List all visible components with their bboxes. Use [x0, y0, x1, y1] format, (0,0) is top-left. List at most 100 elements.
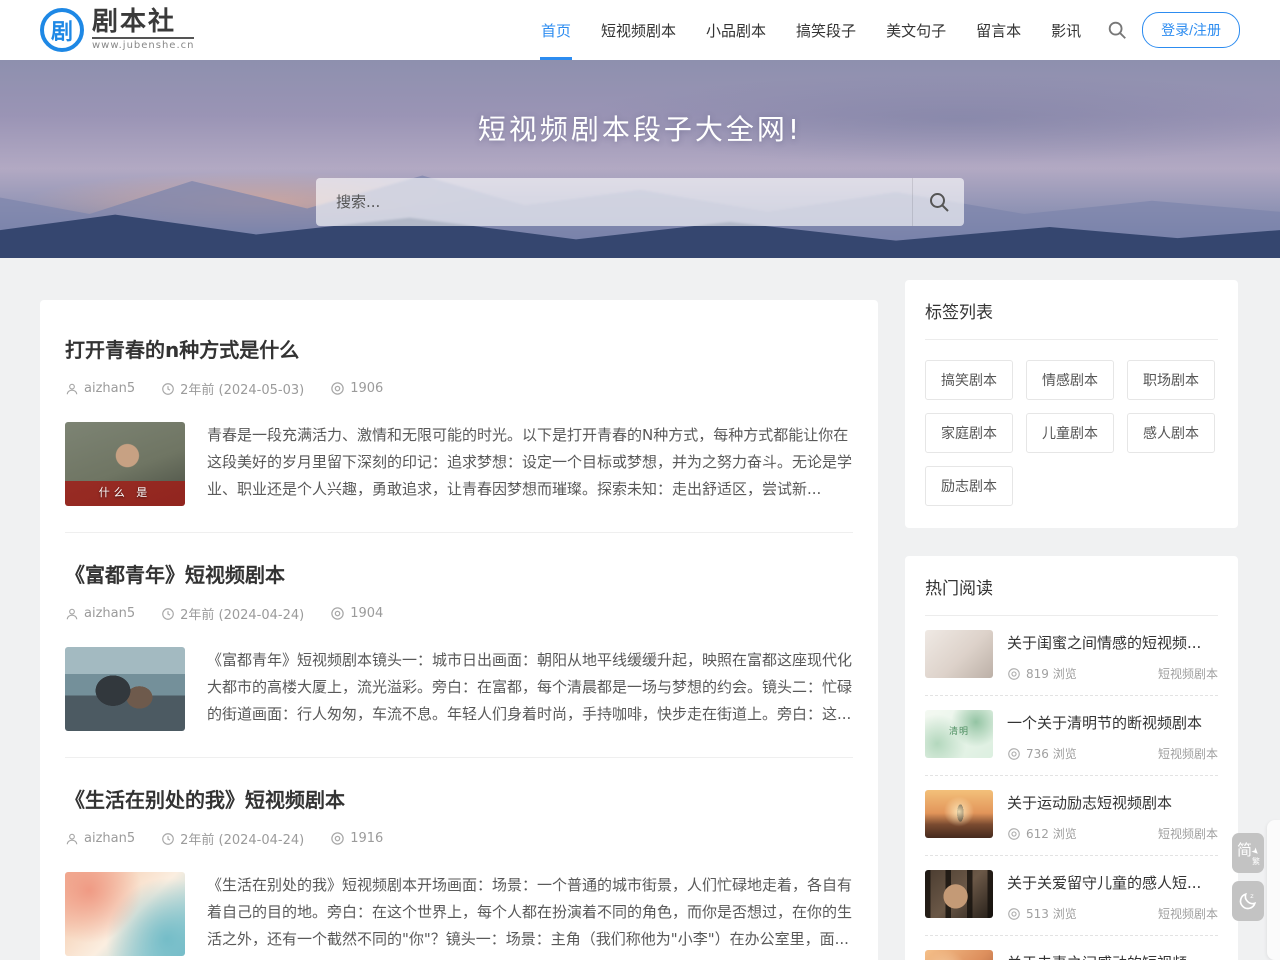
hot-item-title: 关于闺蜜之间情感的短视频... — [1007, 632, 1218, 653]
clock-icon — [161, 832, 175, 846]
tag-family[interactable]: 家庭剧本 — [925, 413, 1013, 453]
hot-read-item[interactable]: 关于运动励志短视频剧本 612 浏览 短视频剧本 — [925, 776, 1218, 856]
hot-item-views: 819 浏览 — [1026, 665, 1077, 682]
tag-emotion[interactable]: 情感剧本 — [1026, 360, 1114, 400]
article-author: aizhan5 — [84, 831, 135, 846]
views-icon — [330, 381, 345, 396]
hot-read-item[interactable]: 关于夫妻之间感动的短视频... 493 浏览 短视频剧本 — [925, 936, 1218, 960]
hero-search-input[interactable] — [316, 193, 912, 211]
nav-item-sketch-scripts[interactable]: 小品剧本 — [691, 0, 781, 60]
tag-touching[interactable]: 感人剧本 — [1127, 413, 1215, 453]
hero-search-button[interactable] — [912, 178, 964, 226]
article-author: aizhan5 — [84, 606, 135, 621]
article-title[interactable]: 《生活在别处的我》短视频剧本 — [65, 784, 853, 813]
hot-read-item[interactable]: 清明 一个关于清明节的断视频剧本 736 浏览 短视频剧本 — [925, 696, 1218, 776]
nav-item-short-video-scripts[interactable]: 短视频剧本 — [586, 0, 691, 60]
lang-simplified-label: 简 — [1237, 839, 1252, 860]
site-domain: www.jubenshe.cn — [92, 37, 194, 51]
hot-reads-title: 热门阅读 — [925, 574, 1218, 616]
hot-item-thumbnail: 清明 — [925, 710, 993, 758]
tag-list: 搞笑剧本 情感剧本 职场剧本 家庭剧本 儿童剧本 感人剧本 励志剧本 — [925, 360, 1218, 506]
hot-item-title: 关于关爱留守儿童的感人短... — [1007, 872, 1218, 893]
article-meta: aizhan5 2年前 (2024-04-24) 1916 — [65, 829, 853, 848]
hot-item-title: 关于运动励志短视频剧本 — [1007, 792, 1218, 813]
moon-icon: z — [1237, 890, 1259, 912]
tag-children[interactable]: 儿童剧本 — [1026, 413, 1114, 453]
side-panel-peek[interactable] — [1267, 820, 1280, 960]
hot-item-category: 短视频剧本 — [1158, 905, 1218, 922]
thumbnail-caption: 清明 — [925, 724, 993, 737]
logo-character: 剧 — [51, 14, 73, 46]
article-thumbnail[interactable]: 什么 是 — [65, 422, 185, 506]
article-list-card: 打开青春的n种方式是什么 aizhan5 2年前 (2024-05-03) 19… — [40, 300, 878, 960]
article-excerpt: 《富都青年》短视频剧本镜头一：城市日出画面：朝阳从地平线缓缓升起，映照在富都这座… — [207, 647, 853, 731]
top-header: 剧 剧本社 www.jubenshe.cn 首页 短视频剧本 小品剧本 搞笑段子… — [0, 0, 1280, 60]
hero-search-bar — [316, 178, 964, 226]
article-thumbnail[interactable] — [65, 872, 185, 956]
floating-toolbar: 简 ➤ 繁 z — [1232, 833, 1264, 921]
tag-workplace[interactable]: 职场剧本 — [1127, 360, 1215, 400]
article-meta: aizhan5 2年前 (2024-04-24) 1904 — [65, 604, 853, 623]
clock-icon — [161, 607, 175, 621]
login-register-button[interactable]: 登录/注册 — [1142, 12, 1240, 48]
night-mode-button[interactable]: z — [1232, 881, 1264, 921]
hot-item-category: 短视频剧本 — [1158, 665, 1218, 682]
search-icon[interactable] — [1106, 19, 1128, 41]
hero-banner: 短视频剧本段子大全网! — [0, 60, 1280, 258]
views-icon — [1007, 827, 1021, 841]
site-logo[interactable]: 剧 剧本社 www.jubenshe.cn — [40, 8, 194, 52]
lang-traditional-label: 繁 — [1252, 856, 1260, 867]
hot-item-title: 关于夫妻之间感动的短视频... — [1007, 952, 1218, 960]
nav-item-guestbook[interactable]: 留言本 — [961, 0, 1036, 60]
lang-toggle-button[interactable]: 简 ➤ 繁 — [1232, 833, 1264, 873]
views-icon — [330, 606, 345, 621]
site-name: 剧本社 — [92, 9, 194, 35]
article-date: 2年前 (2024-04-24) — [180, 829, 304, 848]
tag-inspirational[interactable]: 励志剧本 — [925, 466, 1013, 506]
views-icon — [1007, 667, 1021, 681]
author-icon — [65, 382, 79, 396]
article-thumbnail[interactable] — [65, 647, 185, 731]
svg-text:z: z — [1250, 892, 1254, 900]
article-excerpt: 青春是一段充满活力、激情和无限可能的时光。以下是打开青春的N种方式，每种方式都能… — [207, 422, 853, 506]
main-nav: 首页 短视频剧本 小品剧本 搞笑段子 美文句子 留言本 影讯 登录/注册 — [526, 0, 1240, 60]
tag-list-card: 标签列表 搞笑剧本 情感剧本 职场剧本 家庭剧本 儿童剧本 感人剧本 励志剧本 — [905, 280, 1238, 528]
hot-item-thumbnail — [925, 870, 993, 918]
article-meta: aizhan5 2年前 (2024-05-03) 1906 — [65, 379, 853, 398]
hot-item-category: 短视频剧本 — [1158, 745, 1218, 762]
hot-item-views: 513 浏览 — [1026, 905, 1077, 922]
article-item: 打开青春的n种方式是什么 aizhan5 2年前 (2024-05-03) 19… — [65, 308, 853, 533]
hot-item-category: 短视频剧本 — [1158, 825, 1218, 842]
article-views: 1906 — [350, 381, 383, 396]
article-date: 2年前 (2024-04-24) — [180, 604, 304, 623]
article-date: 2年前 (2024-05-03) — [180, 379, 304, 398]
nav-item-funny-jokes[interactable]: 搞笑段子 — [781, 0, 871, 60]
hot-item-thumbnail — [925, 950, 993, 960]
hot-read-item[interactable]: 关于关爱留守儿童的感人短... 513 浏览 短视频剧本 — [925, 856, 1218, 936]
hot-item-views: 612 浏览 — [1026, 825, 1077, 842]
hot-read-item[interactable]: 关于闺蜜之间情感的短视频... 819 浏览 短视频剧本 — [925, 616, 1218, 696]
article-title[interactable]: 《富都青年》短视频剧本 — [65, 559, 853, 588]
tag-funny[interactable]: 搞笑剧本 — [925, 360, 1013, 400]
author-icon — [65, 607, 79, 621]
article-title[interactable]: 打开青春的n种方式是什么 — [65, 334, 853, 363]
article-item: 《生活在别处的我》短视频剧本 aizhan5 2年前 (2024-04-24) … — [65, 758, 853, 960]
hero-title: 短视频剧本段子大全网! — [0, 108, 1280, 148]
hot-item-views: 736 浏览 — [1026, 745, 1077, 762]
article-item: 《富都青年》短视频剧本 aizhan5 2年前 (2024-04-24) 190… — [65, 533, 853, 758]
hot-item-thumbnail — [925, 790, 993, 838]
tag-list-title: 标签列表 — [925, 298, 1218, 340]
author-icon — [65, 832, 79, 846]
logo-circle-icon: 剧 — [40, 8, 84, 52]
nav-item-home[interactable]: 首页 — [526, 0, 586, 60]
thumbnail-caption: 什么 是 — [65, 484, 185, 500]
views-icon — [1007, 747, 1021, 761]
article-excerpt: 《生活在别处的我》短视频剧本开场画面：场景：一个普通的城市街景，人们忙碌地走着，… — [207, 872, 853, 956]
hot-reads-card: 热门阅读 关于闺蜜之间情感的短视频... 819 浏览 短视频剧本 — [905, 556, 1238, 960]
views-icon — [1007, 907, 1021, 921]
nav-item-movie-news[interactable]: 影讯 — [1036, 0, 1096, 60]
article-views: 1916 — [350, 831, 383, 846]
clock-icon — [161, 382, 175, 396]
nav-item-beautiful-sentences[interactable]: 美文句子 — [871, 0, 961, 60]
article-author: aizhan5 — [84, 381, 135, 396]
